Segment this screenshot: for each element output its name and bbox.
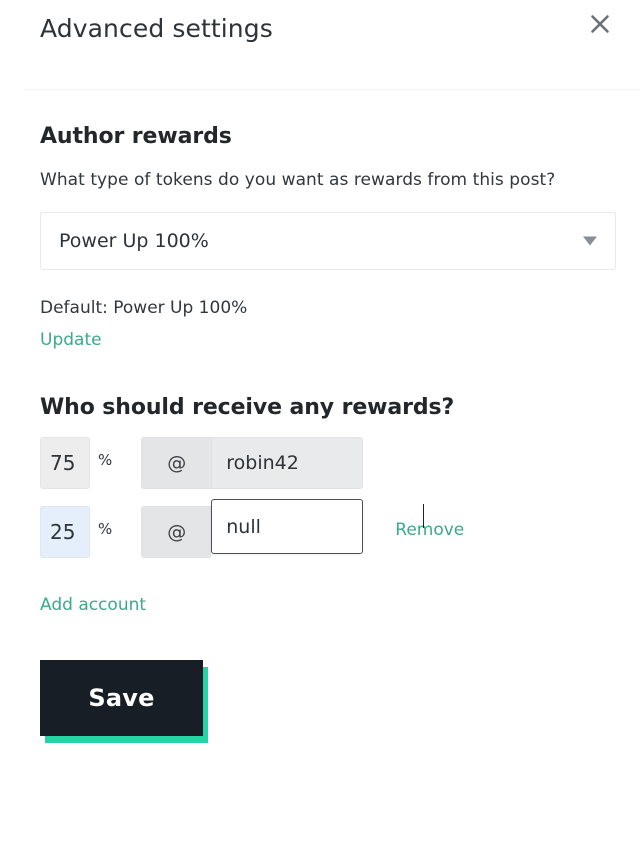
add-account-link[interactable]: Add account: [40, 595, 146, 615]
close-icon: [589, 13, 611, 35]
percent-symbol: %: [98, 451, 113, 469]
modal-header: Advanced settings: [0, 0, 640, 90]
beneficiary-row: % @ Remove: [40, 499, 600, 561]
beneficiary-account-group: @: [141, 437, 364, 489]
at-symbol-prefix: @: [141, 506, 212, 558]
author-rewards-heading: Author rewards: [40, 124, 232, 149]
chevron-down-icon: [583, 236, 597, 246]
reward-type-select[interactable]: Power Up 100%: [40, 212, 616, 270]
save-button-wrapper: Save: [40, 660, 208, 743]
beneficiary-percent-input[interactable]: [40, 437, 90, 489]
beneficiary-account-group: @: [141, 499, 425, 561]
beneficiaries-heading: Who should receive any rewards?: [40, 395, 455, 420]
beneficiary-account-input[interactable]: [211, 437, 364, 489]
modal-body: Author rewards What type of tokens do yo…: [0, 89, 640, 743]
remove-beneficiary-link[interactable]: Remove: [395, 520, 464, 540]
reward-type-select-value: Power Up 100%: [59, 230, 209, 252]
beneficiary-account-input[interactable]: [211, 499, 364, 554]
close-button[interactable]: [584, 8, 616, 40]
beneficiary-row: % @: [40, 437, 600, 489]
beneficiary-percent-input[interactable]: [40, 506, 90, 558]
default-reward-label: Default: Power Up 100%: [40, 298, 248, 318]
page-title: Advanced settings: [40, 14, 273, 43]
text-cursor: [423, 504, 425, 528]
percent-symbol: %: [98, 520, 113, 538]
save-button[interactable]: Save: [40, 660, 203, 736]
update-link[interactable]: Update: [40, 330, 102, 350]
at-symbol-prefix: @: [141, 437, 212, 489]
author-rewards-question: What type of tokens do you want as rewar…: [40, 170, 556, 190]
